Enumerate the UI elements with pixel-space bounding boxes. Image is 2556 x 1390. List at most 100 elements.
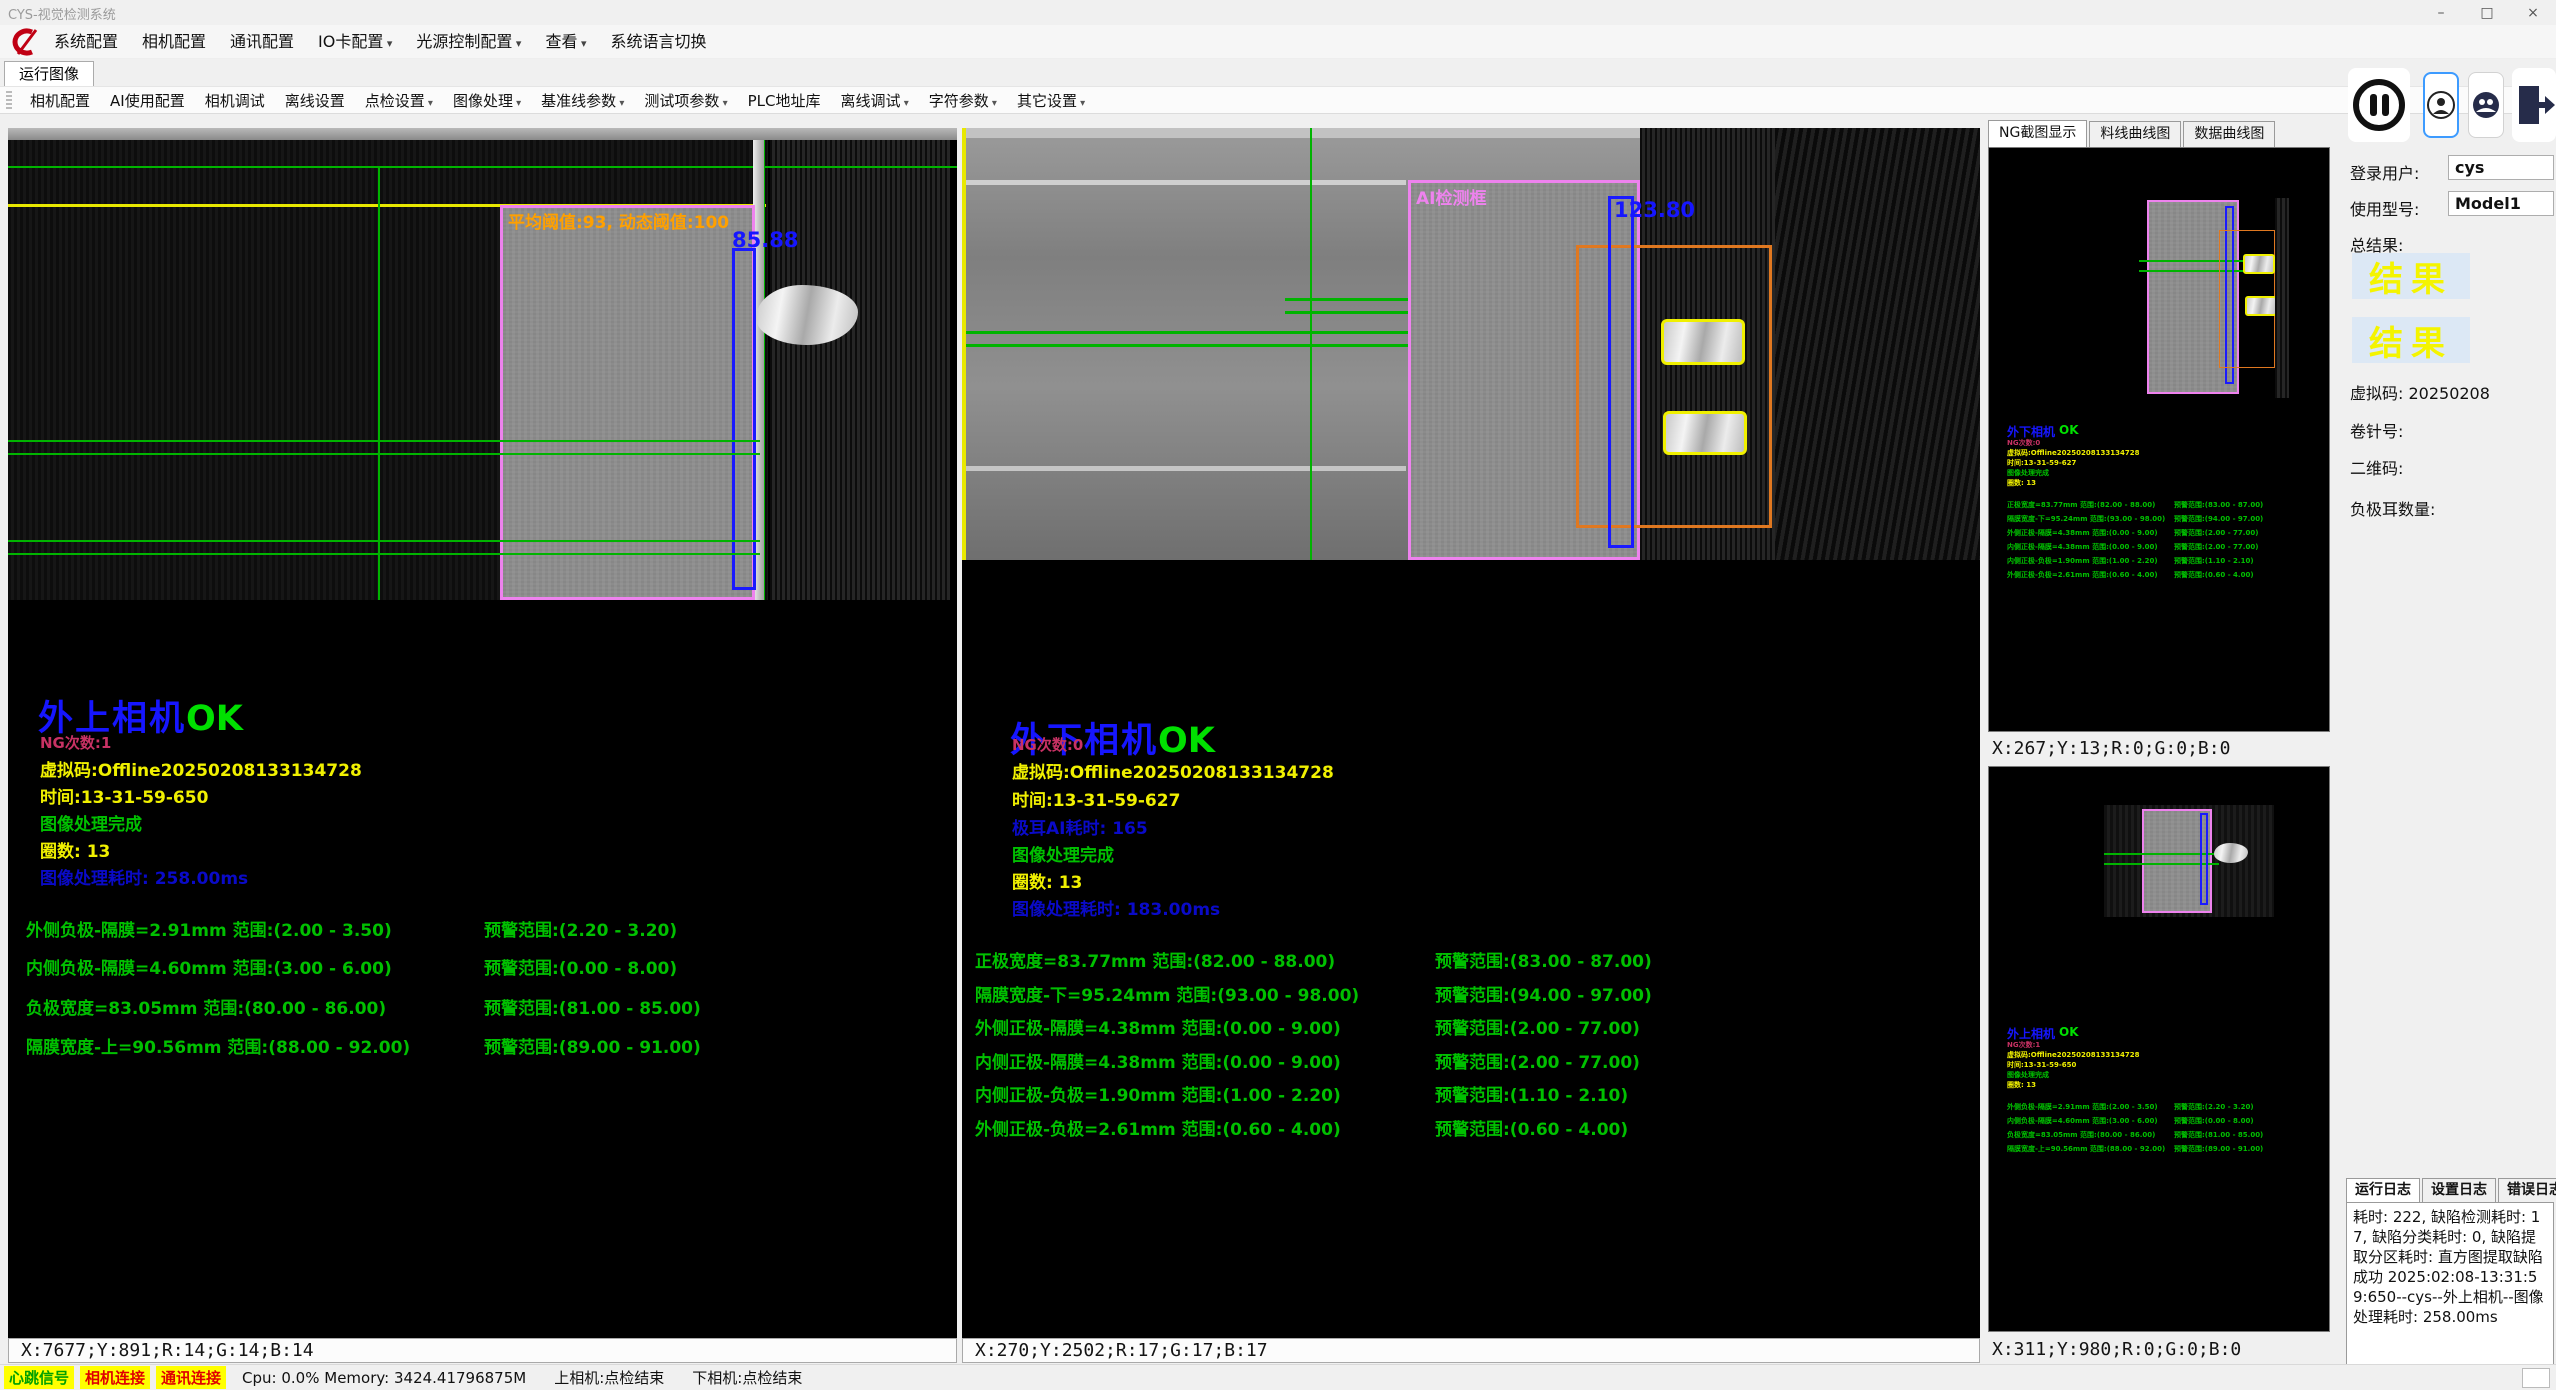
tool-image-processing[interactable]: 图像处理 <box>443 90 531 111</box>
tool-offline-settings[interactable]: 离线设置 <box>275 90 355 111</box>
window-title: CYS-视觉检测系统 <box>8 4 116 23</box>
lower-orange-box <box>1576 245 1772 528</box>
model-label: 使用型号: <box>2350 196 2419 220</box>
tab-settings-log[interactable]: 设置日志 <box>2422 1178 2496 1202</box>
lower-time: 时间:13-31-59-627 <box>1012 786 1180 811</box>
baseline-green-v1 <box>378 166 380 600</box>
upper-loop-count: 圈数: 13 <box>40 837 110 862</box>
lower-tab-foil-1 <box>1661 319 1745 365</box>
virtual-code-line: 虚拟码: 20250208 <box>2350 380 2490 404</box>
measure-green-h4 <box>8 553 760 555</box>
tab-error-log[interactable]: 错误日志 <box>2498 1178 2556 1202</box>
toolbar-grip-handle[interactable] <box>6 91 12 109</box>
measure-green-h3 <box>8 540 760 542</box>
menu-light-control-config[interactable]: 光源控制配置 <box>404 25 533 59</box>
needle-label: 卷针号: <box>2350 418 2403 442</box>
tool-baseline-params[interactable]: 基准线参数 <box>531 90 634 111</box>
measure-green-h1 <box>8 440 760 442</box>
app-window: CYS-视觉检测系统 – □ × 系统配置 相机配置 通讯配置 IO卡配置 光源… <box>0 0 2556 1390</box>
menu-view[interactable]: 查看 <box>533 25 598 59</box>
ng-preview-1[interactable]: 外下相机 OK NG次数:0 虚拟码:Offline20250208133134… <box>1988 147 2330 732</box>
upper-ng-count: NG次数:1 <box>40 732 111 753</box>
menu-camera-config[interactable]: 相机配置 <box>130 25 218 59</box>
lower-measure-value: 123.80 <box>1614 198 1695 222</box>
menu-io-card-config[interactable]: IO卡配置 <box>306 25 404 59</box>
tab-run-log[interactable]: 运行日志 <box>2346 1178 2420 1202</box>
tab-run-image[interactable]: 运行图像 <box>4 61 94 86</box>
lower-tab-foil-2 <box>1663 411 1747 455</box>
upper-camera-check-status: 上相机:点检结束 <box>554 1367 664 1388</box>
result-box-1: 结果 <box>2352 253 2470 299</box>
lower-right-dark <box>1775 128 1980 560</box>
ng-preview-2-image <box>2104 805 2274 917</box>
ng-preview-1-coords: X:267;Y:13;R:0;G:0;B:0 <box>1992 738 2230 759</box>
minimize-button[interactable]: – <box>2418 0 2464 25</box>
user-icon <box>2426 90 2456 120</box>
upper-image-top-band <box>8 128 957 140</box>
login-user-label: 登录用户: <box>2350 160 2419 184</box>
view-tab-strip: 运行图像 <box>0 59 2556 86</box>
qr-code-label: 二维码: <box>2350 455 2403 479</box>
window-controls: – □ × <box>2418 0 2556 25</box>
lower-ai-time: 极耳AI耗时: 165 <box>1012 814 1148 839</box>
upper-camera-ok: OK <box>186 699 243 739</box>
upper-camera-view[interactable]: 平均阈值:93, 动态阈值:100 85.88 外上相机OK NG次数:1 虚拟… <box>8 128 957 1338</box>
login-user-value[interactable]: cys <box>2448 155 2554 180</box>
comm-link-status: 通讯连接 <box>156 1366 226 1389</box>
tool-test-item-params[interactable]: 测试项参数 <box>634 90 737 111</box>
upper-time: 时间:13-31-59-650 <box>40 783 208 808</box>
ng-preview-2-coords: X:311;Y:980;R:0;G:0;B:0 <box>1992 1339 2241 1360</box>
menubar: 系统配置 相机配置 通讯配置 IO卡配置 光源控制配置 查看 系统语言切换 <box>0 25 2556 59</box>
ng-preview-1-image <box>2139 198 2289 398</box>
baseline-green-h1 <box>8 166 957 168</box>
lower-loop-count: 圈数: 13 <box>1012 868 1082 893</box>
pause-button[interactable] <box>2348 68 2410 142</box>
tool-camera-debug[interactable]: 相机调试 <box>195 90 275 111</box>
lower-process-time: 图像处理耗时: 183.00ms <box>1012 895 1220 920</box>
tool-plc-address-lib[interactable]: PLC地址库 <box>738 90 831 111</box>
lower-camera-check-status: 下相机:点检结束 <box>692 1367 802 1388</box>
tool-other-settings[interactable]: 其它设置 <box>1007 90 1095 111</box>
user-group-button[interactable] <box>2468 72 2504 138</box>
tool-spotcheck-settings[interactable]: 点检设置 <box>355 90 443 111</box>
run-log-text[interactable]: 耗时: 222, 缺陷检测耗时: 17, 缺陷分类耗时: 0, 缺陷提取分区耗时… <box>2346 1202 2554 1384</box>
threshold-overlay-text: 平均阈值:93, 动态阈值:100 <box>508 208 729 233</box>
lower-top-band <box>966 128 1660 138</box>
menu-language-switch[interactable]: 系统语言切换 <box>599 25 719 59</box>
upper-process-done: 图像处理完成 <box>40 810 142 835</box>
menu-system-config[interactable]: 系统配置 <box>42 25 130 59</box>
ai-detect-box-label: AI检测框 <box>1416 184 1486 209</box>
upper-camera-coords: X:7677;Y:891;R:14;G:14;B:14 <box>8 1338 957 1363</box>
tab-ng-capture[interactable]: NG截图显示 <box>1988 120 2087 147</box>
pause-icon <box>2351 77 2407 133</box>
lower-virtual-code: 虚拟码:Offline20250208133134728 <box>1012 758 1334 783</box>
tool-camera-config[interactable]: 相机配置 <box>20 90 100 111</box>
upper-process-time: 图像处理耗时: 258.00ms <box>40 864 248 889</box>
tool-char-params[interactable]: 字符参数 <box>919 90 1007 111</box>
lower-camera-view[interactable]: AI检测框 123.80 外下相机OK NG次数:0 虚拟码:Offline20… <box>962 128 1980 1338</box>
log-tabs: 运行日志 设置日志 错误日志 <box>2346 1178 2556 1202</box>
upper-measure-box <box>732 248 756 590</box>
ng-preview-2[interactable]: 外上相机 OK NG次数:1 虚拟码:Offline20250208133134… <box>1988 766 2330 1332</box>
heartbeat-status: 心跳信号 <box>4 1366 74 1389</box>
lower-camera-ok: OK <box>1158 721 1215 761</box>
statusbar-right-box <box>2522 1368 2550 1388</box>
lower-process-done: 图像处理完成 <box>1012 841 1114 866</box>
tab-material-curve[interactable]: 料线曲线图 <box>2089 121 2181 147</box>
lower-ng-count: NG次数:0 <box>1012 734 1083 755</box>
maximize-button[interactable]: □ <box>2464 0 2510 25</box>
camera-link-status: 相机连接 <box>80 1366 150 1389</box>
tab-data-curve[interactable]: 数据曲线图 <box>2183 121 2275 147</box>
logout-button[interactable] <box>2512 68 2556 142</box>
tool-ai-use-config[interactable]: AI使用配置 <box>100 90 195 111</box>
model-value[interactable]: Model1 <box>2448 191 2554 216</box>
user-button[interactable] <box>2423 72 2459 138</box>
close-button[interactable]: × <box>2510 0 2556 25</box>
lower-camera-coords: X:270;Y:2502;R:17;G:17;B:17 <box>962 1338 1980 1363</box>
lower-measure-box <box>1608 196 1634 548</box>
lower-bright-edge1 <box>966 180 1406 185</box>
toolbar: 相机配置 AI使用配置 相机调试 离线设置 点检设置 图像处理 基准线参数 测试… <box>0 86 2556 114</box>
user-group-icon <box>2471 90 2501 120</box>
tool-offline-debug[interactable]: 离线调试 <box>831 90 919 111</box>
menu-comm-config[interactable]: 通讯配置 <box>218 25 306 59</box>
